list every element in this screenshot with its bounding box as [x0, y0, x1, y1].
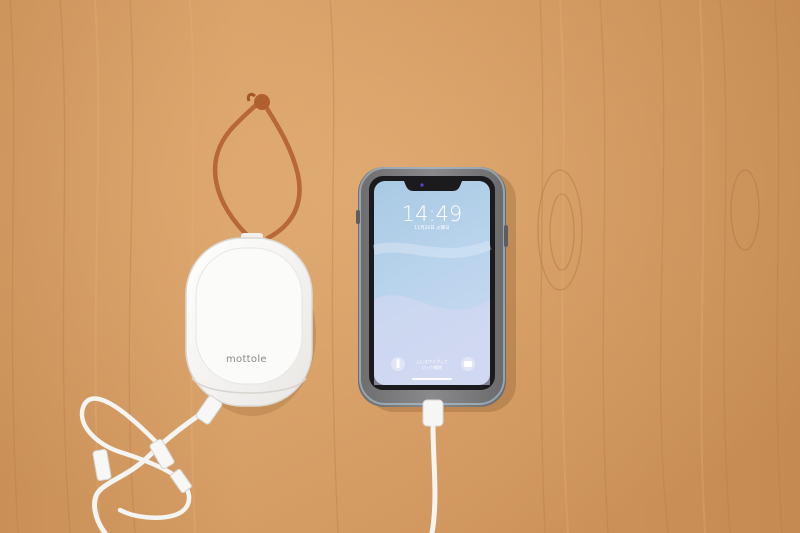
lockscreen-date: 11月20日 火曜日: [414, 225, 449, 231]
photo-scene: mottole 14:49 11月20日 火曜日 上にスワイプして ロック解除: [0, 0, 800, 533]
battery-brand-logo: mottole: [226, 354, 267, 365]
unlock-hint-line1: 上にスワイプして: [416, 358, 448, 364]
front-camera: [420, 183, 424, 187]
smartphone: 14:49 11月20日 火曜日 上にスワイプして ロック解除: [356, 167, 508, 407]
phone-notch: [404, 181, 462, 191]
lightning-plug: [422, 399, 444, 427]
side-button: [504, 225, 508, 247]
strap-knot: [254, 94, 270, 110]
home-indicator: [412, 378, 452, 380]
lockscreen-clock: 14:49: [402, 202, 463, 226]
volume-button: [356, 210, 360, 224]
mobile-battery: mottole: [185, 233, 313, 407]
unlock-hint-line2: ロック解除: [422, 364, 442, 370]
photo-canvas: mottole 14:49 11月20日 火曜日 上にスワイプして ロック解除: [0, 0, 800, 533]
